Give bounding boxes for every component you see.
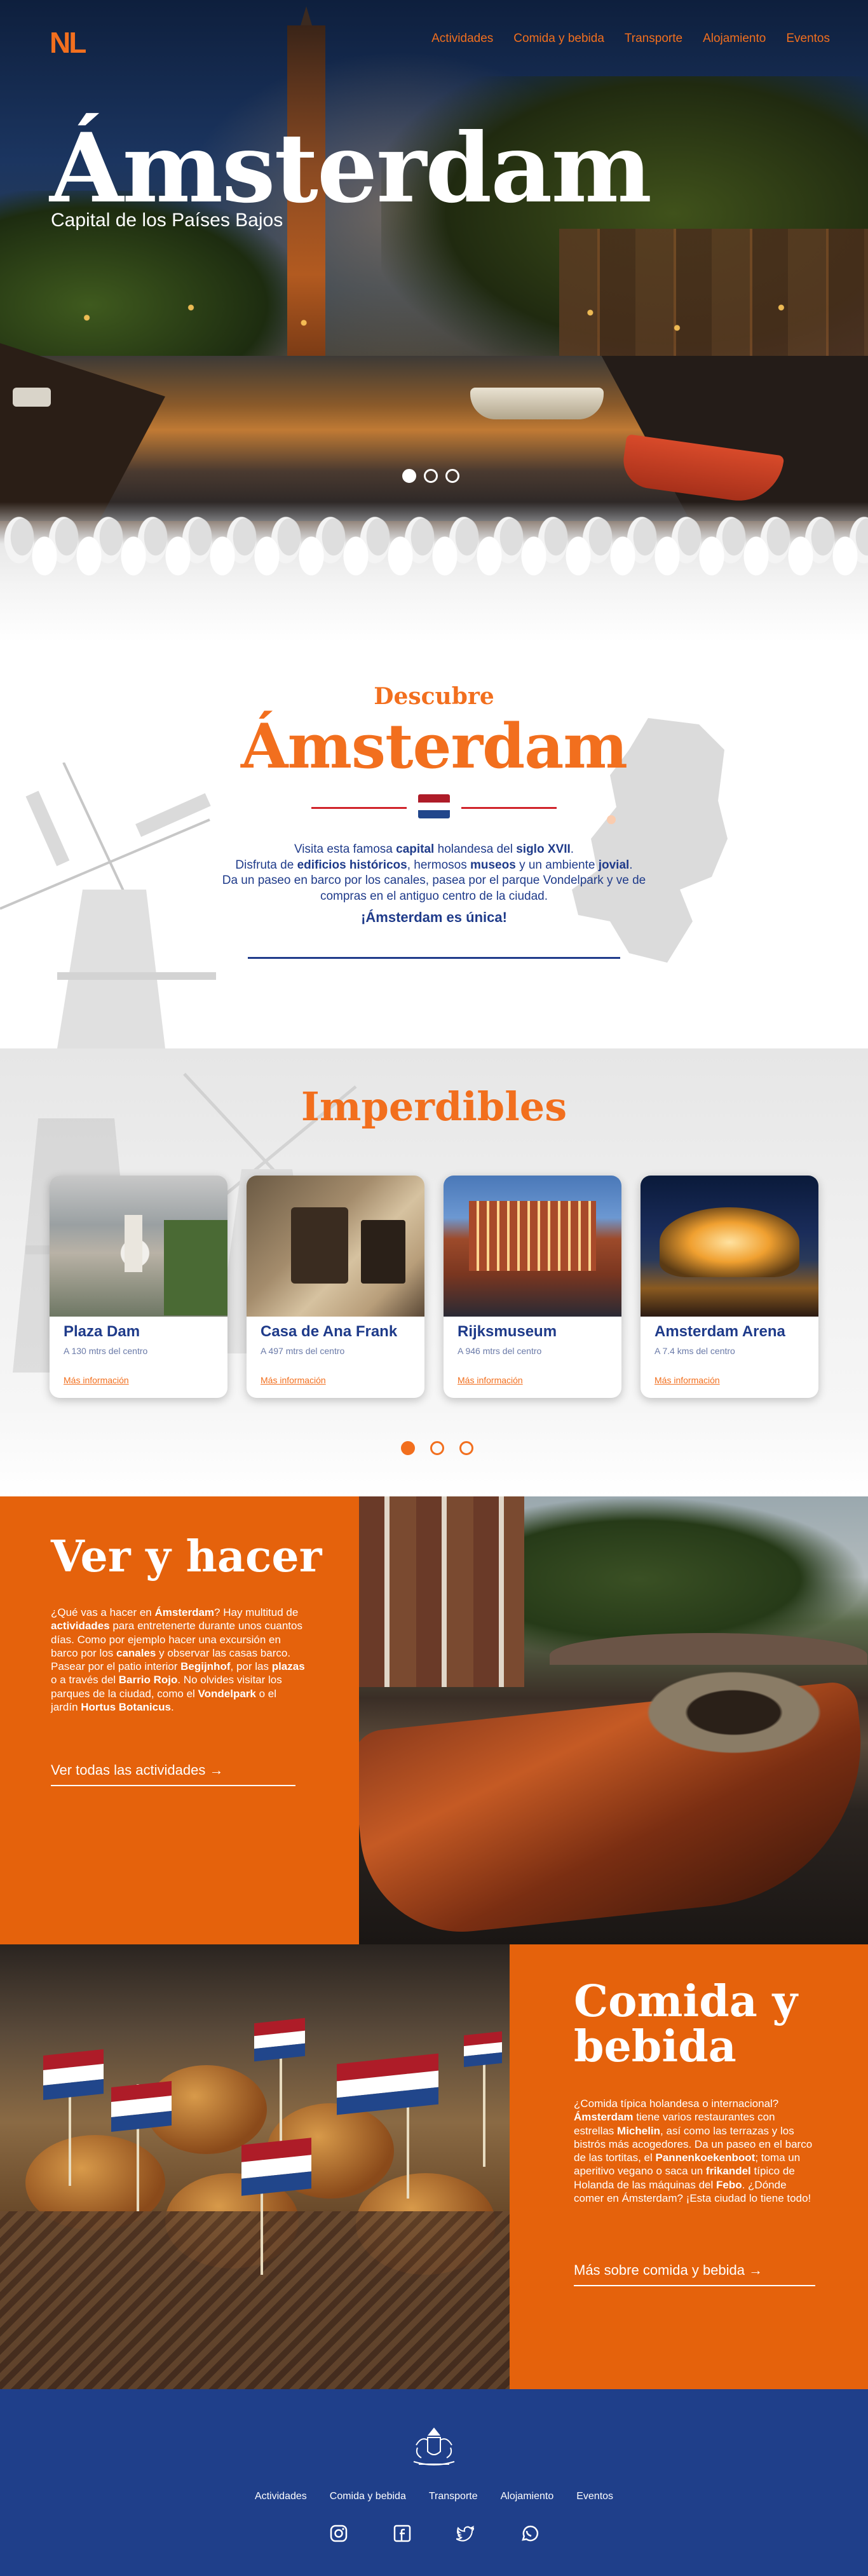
photo-dutch-flag (43, 2049, 104, 2100)
hero-slide-dot-3[interactable] (445, 469, 459, 483)
footer-nav-transporte[interactable]: Transporte (429, 2491, 478, 2502)
netherlands-flag-icon (418, 794, 450, 818)
hero-slider-dots (402, 469, 459, 483)
attraction-card-amsterdam-arena[interactable]: Amsterdam Arena A 7.4 kms del centro Más… (641, 1176, 818, 1398)
facebook-icon[interactable] (393, 2524, 412, 2543)
instagram-icon[interactable] (329, 2524, 348, 2543)
site-logo[interactable]: NL (50, 25, 86, 60)
hero-slide-dot-1[interactable] (402, 469, 416, 483)
attraction-card-rijksmuseum[interactable]: Rijksmuseum A 946 mtrs del centro Más in… (444, 1176, 621, 1398)
ver-y-hacer-section: Ver y hacer ¿Qué vas a hacer en Ámsterda… (0, 1496, 868, 1944)
descubre-kicker: Descubre (374, 683, 494, 710)
descubre-title: Ámsterdam (240, 710, 628, 782)
attraction-more-info-link[interactable]: Más información (654, 1375, 720, 1385)
nav-item-transporte[interactable]: Transporte (625, 32, 682, 46)
attraction-image-rijksmuseum (444, 1176, 621, 1317)
photo-dutch-flag (254, 2017, 305, 2062)
nav-item-comida-y-bebida[interactable]: Comida y bebida (513, 32, 604, 46)
photo-dutch-flag (464, 2031, 502, 2068)
comida-y-bebida-section: Comida y bebida ¿Comida típica holandesa… (0, 1944, 868, 2389)
social-links (0, 2524, 868, 2543)
twitter-icon[interactable] (456, 2524, 475, 2543)
descubre-underline (248, 957, 620, 959)
site-footer: Actividades Comida y bebida Transporte A… (0, 2389, 868, 2576)
hero-city-lights (0, 267, 868, 369)
photo-dutch-flag (111, 2081, 172, 2132)
comida-y-bebida-text: ¿Comida típica holandesa o internacional… (574, 2098, 813, 2204)
hero-slide-dot-2[interactable] (424, 469, 438, 483)
hero-boat-small (13, 388, 51, 407)
ver-y-hacer-photo-boat (359, 1496, 868, 1944)
coat-of-arms-icon (413, 2427, 455, 2465)
photo-dutch-flag (241, 2138, 311, 2196)
imperdibles-pagination (401, 1441, 473, 1455)
descubre-line-2: Disfruta de edificios históricos, hermos… (235, 858, 633, 872)
hero-section: NL Actividades Comida y bebida Transport… (0, 0, 868, 642)
ver-y-hacer-title: Ver y hacer (51, 1531, 322, 1582)
footer-nav-actividades[interactable]: Actividades (255, 2491, 307, 2502)
attraction-card-casa-ana-frank[interactable]: Casa de Ana Frank A 497 mtrs del centro … (247, 1176, 424, 1398)
attraction-image-amsterdam-arena (641, 1176, 818, 1317)
nav-item-alojamiento[interactable]: Alojamiento (703, 32, 766, 46)
hero-tulips (0, 502, 868, 642)
imperdibles-page-dot-2[interactable] (430, 1441, 444, 1455)
photo-buildings (359, 1496, 524, 1687)
descubre-cta: ¡Ámsterdam es única! (361, 909, 507, 925)
photo-dutch-flag (337, 2053, 438, 2115)
attraction-name: Casa de Ana Frank (261, 1323, 398, 1340)
top-navigation: Actividades Comida y bebida Transporte A… (431, 32, 830, 46)
ver-y-hacer-text: ¿Qué vas a hacer en Ámsterdam? Hay multi… (51, 1606, 305, 1713)
attraction-more-info-link[interactable]: Más información (261, 1375, 326, 1385)
footer-navigation: Actividades Comida y bebida Transporte A… (0, 2491, 868, 2502)
descubre-line-4: compras en el antiguo centro de la ciuda… (320, 890, 548, 904)
nav-item-eventos[interactable]: Eventos (786, 32, 830, 46)
whatsapp-icon[interactable] (520, 2524, 539, 2543)
attraction-distance: A 7.4 kms del centro (654, 1346, 735, 1356)
ver-todas-actividades-link[interactable]: Ver todas las actividades → (51, 1762, 295, 1786)
comida-photo-pastries (0, 1944, 510, 2389)
imperdibles-page-dot-1[interactable] (401, 1441, 415, 1455)
descubre-description: Visita esta famosa capital holandesa del… (191, 842, 677, 926)
attraction-card-plaza-dam[interactable]: Plaza Dam A 130 mtrs del centro Más info… (50, 1176, 227, 1398)
footer-nav-eventos[interactable]: Eventos (576, 2491, 613, 2502)
attraction-distance: A 497 mtrs del centro (261, 1346, 345, 1356)
descubre-divider (311, 794, 557, 820)
hero-subtitle: Capital de los Países Bajos (51, 210, 283, 231)
divider-line-right (461, 807, 557, 809)
attraction-name: Amsterdam Arena (654, 1323, 785, 1340)
footer-nav-comida-y-bebida[interactable]: Comida y bebida (330, 2491, 406, 2502)
mas-comida-y-bebida-link[interactable]: Más sobre comida y bebida → (574, 2262, 815, 2286)
attraction-distance: A 946 mtrs del centro (458, 1346, 542, 1356)
hero-title: Ámsterdam (50, 112, 652, 224)
attraction-name: Plaza Dam (64, 1323, 140, 1340)
attraction-more-info-link[interactable]: Más información (64, 1375, 129, 1385)
descubre-line-1: Visita esta famosa capital holandesa del… (294, 843, 574, 856)
photo-rope (626, 1662, 842, 1763)
imperdibles-page-dot-3[interactable] (459, 1441, 473, 1455)
attraction-distance: A 130 mtrs del centro (64, 1346, 148, 1356)
attractions-list: Plaza Dam A 130 mtrs del centro Más info… (50, 1176, 818, 1398)
attraction-image-casa-ana-frank (247, 1176, 424, 1317)
descubre-line-3: Da un paseo en barco por los canales, pa… (222, 874, 646, 888)
footer-nav-alojamiento[interactable]: Alojamiento (501, 2491, 554, 2502)
attraction-image-plaza-dam (50, 1176, 227, 1317)
photo-basket (0, 2211, 510, 2389)
comida-y-bebida-title: Comida y bebida (574, 1976, 798, 2073)
imperdibles-section: Imperdibles Plaza Dam A 130 mtrs del cen… (0, 1048, 868, 1496)
attraction-more-info-link[interactable]: Más información (458, 1375, 523, 1385)
divider-line-left (311, 807, 407, 809)
descubre-section: Descubre Ámsterdam Visita esta famosa ca… (0, 642, 868, 1048)
nav-item-actividades[interactable]: Actividades (431, 32, 493, 46)
imperdibles-title: Imperdibles (301, 1083, 567, 1130)
attraction-name: Rijksmuseum (458, 1323, 557, 1340)
hero-boat-white (470, 388, 604, 419)
